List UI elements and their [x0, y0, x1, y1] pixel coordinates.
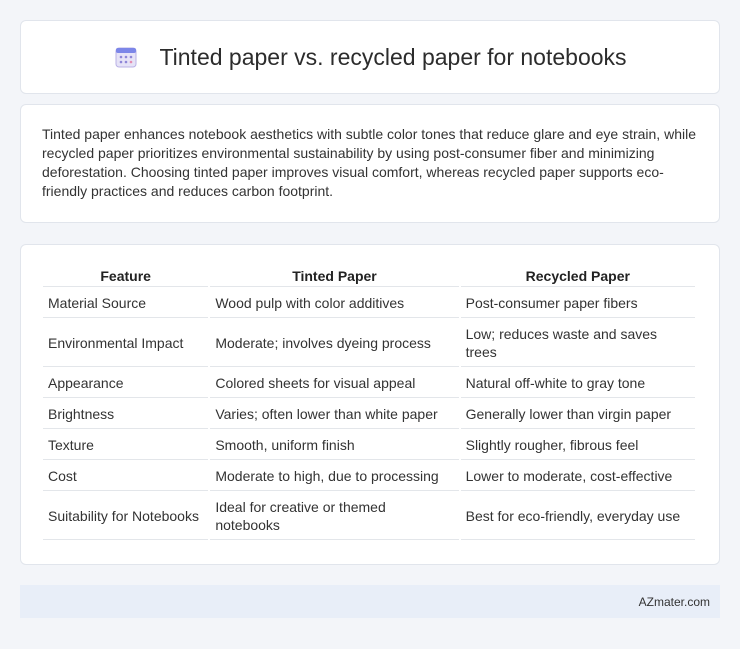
table-row: Environmental Impact Moderate; involves …: [43, 320, 695, 367]
table-row: Cost Moderate to high, due to processing…: [43, 462, 695, 491]
table-header-row: Feature Tinted Paper Recycled Paper: [43, 265, 695, 287]
header-recycled-paper: Recycled Paper: [460, 265, 695, 287]
table-row: Texture Smooth, uniform finish Slightly …: [43, 431, 695, 460]
table-cell: Lower to moderate, cost-effective: [460, 462, 695, 491]
comparison-card: Feature Tinted Paper Recycled Paper Mate…: [20, 244, 720, 565]
footer-bar: AZmater.com: [20, 585, 720, 618]
table-cell: Low; reduces waste and saves trees: [460, 320, 695, 367]
table-cell: Moderate; involves dyeing process: [210, 320, 459, 367]
table-cell: Smooth, uniform finish: [210, 431, 459, 460]
header-tinted-paper: Tinted Paper: [210, 265, 459, 287]
page-title: Tinted paper vs. recycled paper for note…: [159, 43, 627, 70]
table-row: Appearance Colored sheets for visual app…: [43, 369, 695, 398]
footer-site-label: AZmater.com: [638, 594, 710, 609]
table-cell: Ideal for creative or themed notebooks: [210, 493, 459, 540]
table-cell: Post-consumer paper fibers: [460, 289, 695, 318]
table-cell: Wood pulp with color additives: [210, 289, 459, 318]
table-cell: Colored sheets for visual appeal: [210, 369, 459, 398]
table-cell: Slightly rougher, fibrous feel: [460, 431, 695, 460]
calendar-icon: [113, 44, 139, 70]
table-cell: Generally lower than virgin paper: [460, 400, 695, 429]
table-cell: Environmental Impact: [43, 320, 209, 367]
table-cell: Suitability for Notebooks: [43, 493, 209, 540]
table-row: Suitability for Notebooks Ideal for crea…: [43, 493, 695, 540]
table-cell: Material Source: [43, 289, 209, 318]
intro-card: Tinted paper enhances notebook aesthetic…: [20, 104, 720, 223]
table-cell: Natural off-white to gray tone: [460, 369, 695, 398]
table-cell: Texture: [43, 431, 209, 460]
table-row: Material Source Wood pulp with color add…: [43, 289, 695, 318]
table-cell: Cost: [43, 462, 209, 491]
table-cell: Varies; often lower than white paper: [210, 400, 459, 429]
title-card: Tinted paper vs. recycled paper for note…: [20, 20, 720, 94]
intro-paragraph: Tinted paper enhances notebook aesthetic…: [42, 126, 696, 199]
comparison-table: Feature Tinted Paper Recycled Paper Mate…: [41, 263, 697, 542]
table-cell: Moderate to high, due to processing: [210, 462, 459, 491]
table-cell: Brightness: [43, 400, 209, 429]
table-cell: Appearance: [43, 369, 209, 398]
header-feature: Feature: [43, 265, 209, 287]
table-row: Brightness Varies; often lower than whit…: [43, 400, 695, 429]
table-cell: Best for eco-friendly, everyday use: [460, 493, 695, 540]
